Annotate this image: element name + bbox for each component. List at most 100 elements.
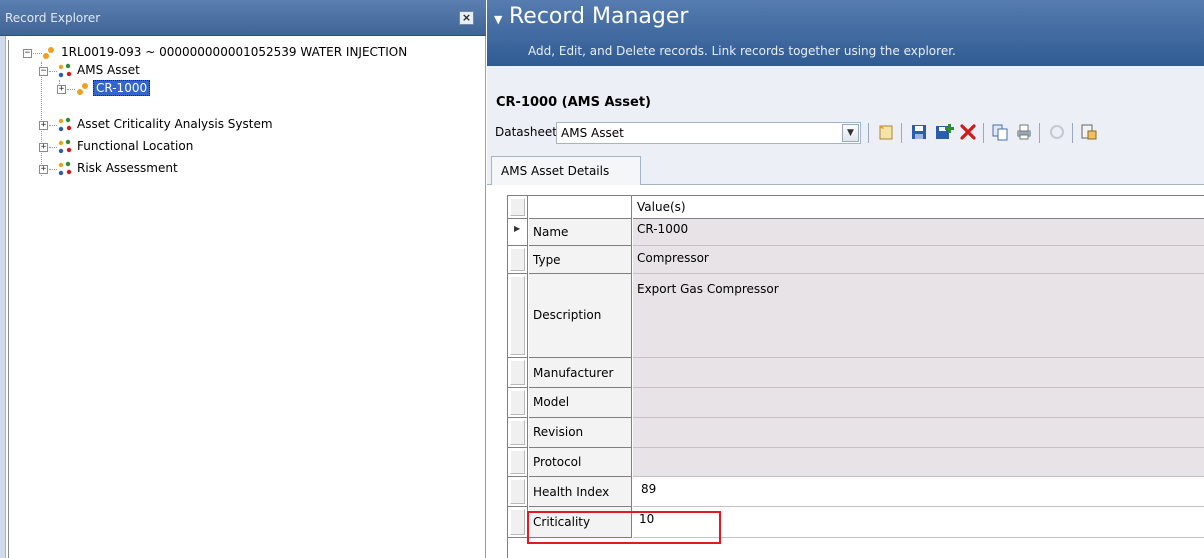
tree-connector <box>49 71 57 72</box>
current-row-arrow-icon: ▶ <box>514 224 521 233</box>
field-name: Type <box>529 246 632 274</box>
family-icon <box>58 161 72 176</box>
row-selector[interactable]: ▶ <box>508 219 528 246</box>
criticality-highlight-box <box>527 511 721 544</box>
new-record-icon <box>879 125 893 140</box>
toolbar-separator <box>1072 123 1073 143</box>
expand-icon[interactable]: + <box>39 143 48 152</box>
table-row[interactable]: Health Index 89 <box>508 477 1204 507</box>
field-value[interactable]: Export Gas Compressor <box>633 274 1204 358</box>
collapse-caret-icon[interactable]: ▼ <box>494 13 502 26</box>
record-node-icon <box>43 47 54 59</box>
tab-ams-asset-details[interactable]: AMS Asset Details <box>491 156 641 185</box>
copy-button[interactable] <box>989 121 1011 143</box>
table-row[interactable]: Description Export Gas Compressor <box>508 274 1204 358</box>
datasheet-selected-value: AMS Asset <box>561 126 624 140</box>
tree-item-label: Risk Assessment <box>77 161 178 175</box>
record-explorer-pane: Record Explorer × − 1RL0019-093 ~ 000000… <box>0 0 486 558</box>
record-tree: − 1RL0019-093 ~ 000000000001052539 WATER… <box>8 40 486 558</box>
tree-connector <box>49 169 57 170</box>
datasheet-select[interactable]: AMS Asset ▼ <box>556 122 861 144</box>
page-title: Record Manager <box>509 4 689 29</box>
field-name: Description <box>529 274 632 358</box>
explorer-splitter-edge <box>0 36 6 558</box>
grid-header-row: Value(s) <box>508 196 1204 219</box>
field-value[interactable] <box>633 418 1204 448</box>
tree-item-acas[interactable]: + Asset Criticality Analysis System <box>39 116 339 134</box>
table-row[interactable]: Model <box>508 388 1204 418</box>
tree-connector <box>49 125 57 126</box>
copy-icon <box>992 124 1008 141</box>
row-selector[interactable] <box>508 246 528 274</box>
datasheet-grid-area: Value(s) ▶ Name CR-1000 Type Compressor … <box>487 185 1204 558</box>
family-icon <box>58 139 72 154</box>
toolbar-separator <box>983 123 984 143</box>
row-selector[interactable] <box>508 507 528 538</box>
new-record-button[interactable] <box>875 121 897 143</box>
print-button[interactable] <box>1013 121 1035 143</box>
table-row[interactable]: Manufacturer <box>508 358 1204 388</box>
close-explorer-button[interactable]: × <box>459 11 474 25</box>
tree-item-label: Functional Location <box>77 139 194 153</box>
disabled-tool-button[interactable] <box>1046 121 1068 143</box>
save-and-add-button[interactable] <box>933 121 955 143</box>
family-icon <box>58 63 72 78</box>
reference-button[interactable] <box>1078 121 1100 143</box>
field-name: Model <box>529 388 632 418</box>
field-value[interactable]: 89 <box>633 477 1204 507</box>
row-selector[interactable] <box>508 274 528 358</box>
row-selector[interactable] <box>508 418 528 448</box>
field-name: Revision <box>529 418 632 448</box>
datasheet-label: Datasheet <box>495 125 557 139</box>
field-name: Manufacturer <box>529 358 632 388</box>
table-row[interactable]: Protocol <box>508 448 1204 477</box>
datasheet-grid: Value(s) ▶ Name CR-1000 Type Compressor … <box>507 195 1204 558</box>
add-link-icon <box>936 124 954 139</box>
field-value[interactable] <box>633 388 1204 418</box>
collapse-icon[interactable]: − <box>23 49 32 58</box>
reference-icon <box>1081 124 1097 140</box>
record-manager-header: ▼ Record Manager Add, Edit, and Delete r… <box>487 0 1204 66</box>
datasheet-tabs: AMS Asset Details <box>487 154 1204 185</box>
page-subtitle: Add, Edit, and Delete records. Link reco… <box>528 44 956 58</box>
row-selector[interactable] <box>508 388 528 418</box>
record-node-icon <box>77 83 88 95</box>
row-selector <box>508 196 528 219</box>
field-value[interactable]: CR-1000 <box>633 219 1204 246</box>
expand-icon[interactable]: + <box>39 165 48 174</box>
field-value[interactable]: Compressor <box>633 246 1204 274</box>
record-title: CR-1000 (AMS Asset) <box>496 95 651 110</box>
field-name: Name <box>529 219 632 246</box>
row-selector[interactable] <box>508 358 528 388</box>
row-selector[interactable] <box>508 477 528 507</box>
collapse-icon[interactable]: − <box>39 67 48 76</box>
table-row[interactable]: Revision <box>508 418 1204 448</box>
tree-item-label: Asset Criticality Analysis System <box>77 117 273 131</box>
delete-icon <box>960 124 976 140</box>
table-row[interactable]: ▶ Name CR-1000 <box>508 219 1204 246</box>
chevron-down-icon[interactable]: ▼ <box>842 124 859 142</box>
value-header: Value(s) <box>633 196 1204 219</box>
family-icon <box>58 117 72 132</box>
tree-item-functional-location[interactable]: + Functional Location <box>39 138 289 156</box>
tree-connector <box>67 89 75 90</box>
row-selector[interactable] <box>508 448 528 477</box>
disabled-icon <box>1050 125 1064 139</box>
tree-item-ams-asset[interactable]: − AMS Asset <box>39 62 239 80</box>
delete-button[interactable] <box>957 121 979 143</box>
table-row[interactable]: Type Compressor <box>508 246 1204 274</box>
field-value[interactable] <box>633 358 1204 388</box>
save-button[interactable] <box>908 121 930 143</box>
tree-item-cr-1000[interactable]: + CR-1000 <box>57 80 207 98</box>
expand-icon[interactable]: + <box>57 85 66 94</box>
explorer-title: Record Explorer <box>5 11 101 25</box>
field-name-header <box>529 196 632 219</box>
toolbar-separator <box>868 123 869 143</box>
tree-item-risk-assessment[interactable]: + Risk Assessment <box>39 160 289 178</box>
field-name: Health Index <box>529 477 632 507</box>
expand-icon[interactable]: + <box>39 121 48 130</box>
tree-item-root[interactable]: − 1RL0019-093 ~ 000000000001052539 WATER… <box>23 44 485 62</box>
field-value[interactable] <box>633 448 1204 477</box>
tree-item-label: AMS Asset <box>77 63 140 77</box>
tab-label: AMS Asset Details <box>501 164 610 178</box>
